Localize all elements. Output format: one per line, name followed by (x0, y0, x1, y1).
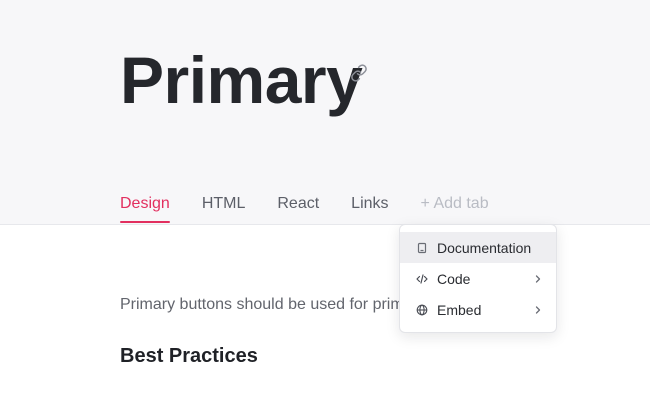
tab-react[interactable]: React (277, 190, 319, 223)
link-icon[interactable] (350, 64, 368, 82)
tab-bar: Design HTML React Links + Add tab (120, 190, 521, 225)
add-tab-button[interactable]: + Add tab (421, 190, 489, 223)
tab-html[interactable]: HTML (202, 190, 246, 223)
menu-item-code[interactable]: Code (400, 263, 556, 294)
document-icon (417, 242, 427, 253)
globe-icon (416, 304, 428, 315)
tab-design[interactable]: Design (120, 190, 170, 223)
code-icon (416, 273, 428, 284)
menu-item-embed[interactable]: Embed (400, 294, 556, 325)
section-heading: Best Practices (120, 345, 258, 367)
chevron-right-icon (535, 274, 541, 283)
page-title: Primary (120, 43, 363, 117)
menu-item-documentation[interactable]: Documentation (400, 232, 556, 263)
menu-item-label: Documentation (437, 239, 532, 256)
page-header: Primary Design HTML React Links + Add ta… (0, 0, 650, 225)
menu-item-label: Code (437, 270, 471, 287)
chevron-right-icon (535, 305, 541, 314)
tab-links[interactable]: Links (351, 190, 388, 223)
intro-text: Primary buttons should be used for prim (120, 296, 404, 313)
add-tab-dropdown-menu: Documentation Code Embed (399, 224, 557, 333)
menu-item-label: Embed (437, 301, 482, 318)
